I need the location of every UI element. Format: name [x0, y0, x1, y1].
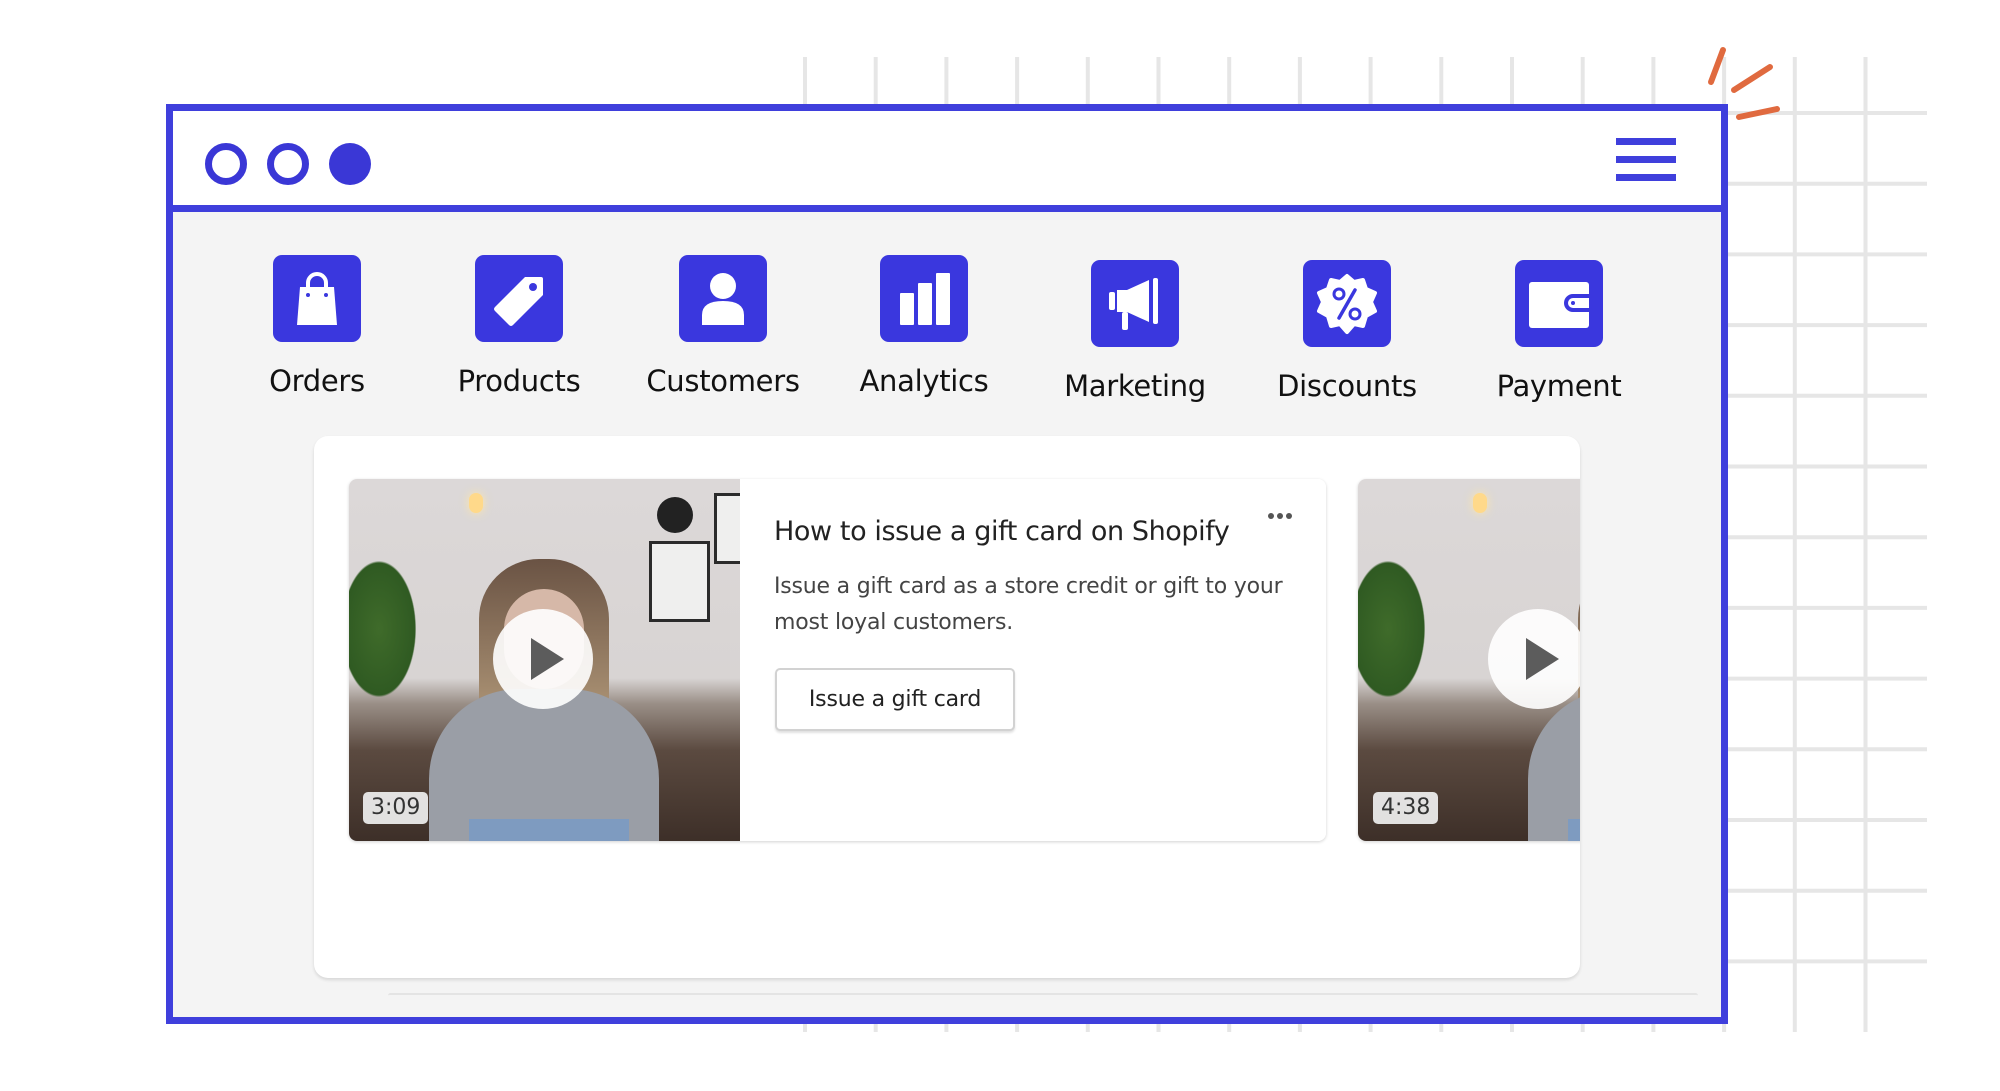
nav-label: Customers	[646, 364, 800, 398]
slide-description: Issue a gift card as a store credit or g…	[774, 574, 1283, 635]
price-tag-icon	[475, 255, 563, 342]
play-icon	[1526, 638, 1559, 680]
nav-label: Products	[457, 364, 581, 398]
accent-mark-3	[1736, 106, 1780, 120]
video-thumbnail[interactable]: 3:09	[349, 479, 740, 841]
video-thumbnail[interactable]: 4:38	[1358, 479, 1580, 841]
video-carousel-card: 3:09 How to issue a gift card on Shopify…	[314, 436, 1580, 978]
nav-label: Analytics	[859, 364, 989, 398]
window-control-1[interactable]	[205, 143, 247, 185]
more-options-button[interactable]	[1260, 501, 1300, 531]
nav-item-payment[interactable]: Payment	[1474, 260, 1644, 403]
window-control-3[interactable]	[329, 143, 371, 185]
carousel-slide: 3:09 How to issue a gift card on Shopify…	[349, 479, 1326, 841]
nav-item-orders[interactable]: Orders	[232, 255, 402, 398]
play-button[interactable]	[493, 609, 593, 709]
wallet-icon	[1515, 260, 1603, 347]
bar-chart-icon	[880, 255, 968, 342]
browser-window: Orders Products Customers Analytics Mark…	[166, 104, 1728, 1024]
nav-label: Marketing	[1064, 369, 1206, 403]
more-dots-icon	[1268, 513, 1274, 519]
nav-label: Orders	[269, 364, 365, 398]
megaphone-icon	[1091, 260, 1179, 347]
person-icon	[679, 255, 767, 342]
video-duration: 3:09	[363, 792, 429, 824]
stacked-card-edge	[388, 993, 1698, 998]
carousel-slide: 4:38	[1358, 479, 1580, 841]
hamburger-menu-icon[interactable]	[1616, 136, 1676, 182]
slide-info-panel: How to issue a gift card on Shopify Issu…	[740, 479, 1326, 841]
nav-label: Payment	[1496, 369, 1622, 403]
nav-item-products[interactable]: Products	[434, 255, 604, 398]
slide-title: How to issue a gift card on Shopify	[774, 516, 1230, 547]
issue-gift-card-button[interactable]: Issue a gift card	[775, 668, 1015, 731]
window-header	[173, 111, 1721, 212]
accent-mark-1	[1708, 47, 1726, 85]
window-control-2[interactable]	[267, 143, 309, 185]
play-icon	[531, 638, 564, 680]
nav-item-analytics[interactable]: Analytics	[839, 255, 1009, 398]
nav-item-discounts[interactable]: Discounts	[1262, 260, 1432, 403]
shopping-bag-icon	[273, 255, 361, 342]
nav-label: Discounts	[1277, 369, 1417, 403]
play-button[interactable]	[1488, 609, 1580, 709]
discount-badge-icon	[1303, 260, 1391, 347]
nav-item-customers[interactable]: Customers	[638, 255, 808, 398]
nav-item-marketing[interactable]: Marketing	[1050, 260, 1220, 403]
accent-mark-2	[1731, 64, 1773, 93]
video-duration: 4:38	[1373, 792, 1439, 824]
